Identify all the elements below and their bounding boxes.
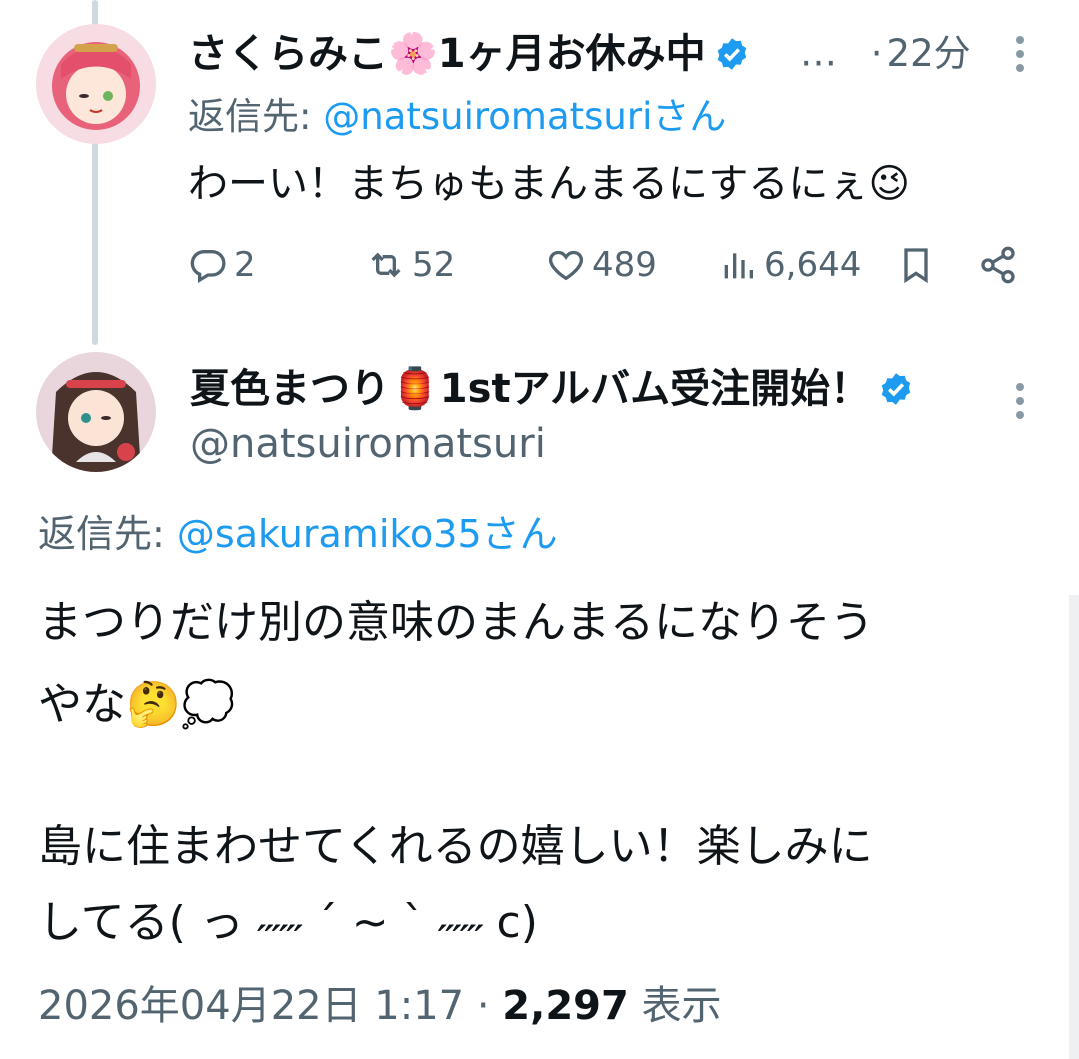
main-reply-to-line: 返信先: @sakuramiko35さん: [38, 510, 558, 558]
bookmark-button[interactable]: [896, 240, 942, 290]
views-icon: [724, 253, 753, 279]
view-count: 6,644: [764, 245, 862, 285]
views-button[interactable]: 6,644: [718, 240, 861, 290]
reply-icon: [190, 250, 226, 283]
like-icon: [548, 250, 584, 281]
main-tweet-text-line1: まつりだけ別の意味のまんまるになりそう: [38, 597, 874, 648]
name-ellipsis: …: [800, 31, 837, 75]
main-tweet-timestamp-line: 2026年04月22日 1:17 · 2,297 表示: [38, 980, 722, 1032]
view-label: 表示: [628, 983, 722, 1029]
main-handle[interactable]: @natsuiromatsuri: [190, 420, 546, 468]
like-count: 489: [592, 245, 657, 285]
main-tweet-text-line3: 島に住まわせてくれるの嬉しい！楽しみに: [38, 821, 873, 872]
main-display-name[interactable]: 夏色まつり🏮1stアルバム受注開始！: [190, 363, 914, 413]
retweet-button[interactable]: 52: [366, 240, 455, 290]
time-separator: ·: [870, 31, 883, 75]
main-display-name-text: 夏色まつり🏮1stアルバム受注開始！: [190, 366, 871, 412]
timestamp-link[interactable]: 2026年04月22日 1:17: [38, 983, 464, 1029]
verified-badge-icon: [717, 38, 746, 70]
main-view-count: 2,297: [502, 983, 629, 1029]
reply-display-name[interactable]: さくらみこ🌸1ヶ月お休み中: [188, 28, 750, 78]
main-reply-to-prefix: 返信先:: [38, 512, 177, 556]
reply-display-name-text: さくらみこ🌸1ヶ月お休み中: [188, 31, 706, 77]
avatar-natsuiromatsuri[interactable]: [36, 352, 156, 472]
main-tweet-text-line4: してる( っ ˶˶˶ ˊ ~ ˋ ˶˶˶ c): [38, 897, 538, 948]
scrollbar-track[interactable]: [1069, 595, 1079, 1059]
reply-count: 2: [234, 245, 256, 285]
like-button[interactable]: 489: [546, 240, 657, 290]
main-tweet-text-line2: やな🤔💭: [38, 679, 236, 730]
reply-to-line: 返信先: @natsuiromatsuriさん: [188, 95, 726, 139]
bookmark-icon: [904, 248, 928, 284]
reply-to-prefix: 返信先:: [188, 95, 324, 138]
main-reply-to-handle-link[interactable]: @sakuramiko35さん: [177, 512, 558, 556]
retweet-icon: [371, 252, 401, 278]
more-options-icon[interactable]: [1015, 36, 1025, 78]
share-icon: [981, 246, 1015, 284]
more-options-icon[interactable]: [1015, 383, 1025, 425]
reply-to-handle-link[interactable]: @natsuiromatsuriさん: [323, 95, 726, 138]
retweet-count: 52: [412, 245, 456, 285]
timestamp-separator: ·: [464, 983, 503, 1029]
reply-time-meta: … · 22分: [800, 28, 971, 78]
verified-badge-icon: [881, 373, 911, 405]
reply-action-bar: 2 52 489 6,644: [188, 240, 1048, 290]
reply-tweet-text: わーい！まちゅもまんまるにするにぇ😉: [188, 161, 911, 207]
avatar-sakuramiko[interactable]: [36, 24, 156, 144]
reply-button[interactable]: 2: [188, 240, 256, 290]
reply-time-ago[interactable]: 22分: [887, 32, 971, 75]
share-button[interactable]: [978, 240, 1024, 290]
